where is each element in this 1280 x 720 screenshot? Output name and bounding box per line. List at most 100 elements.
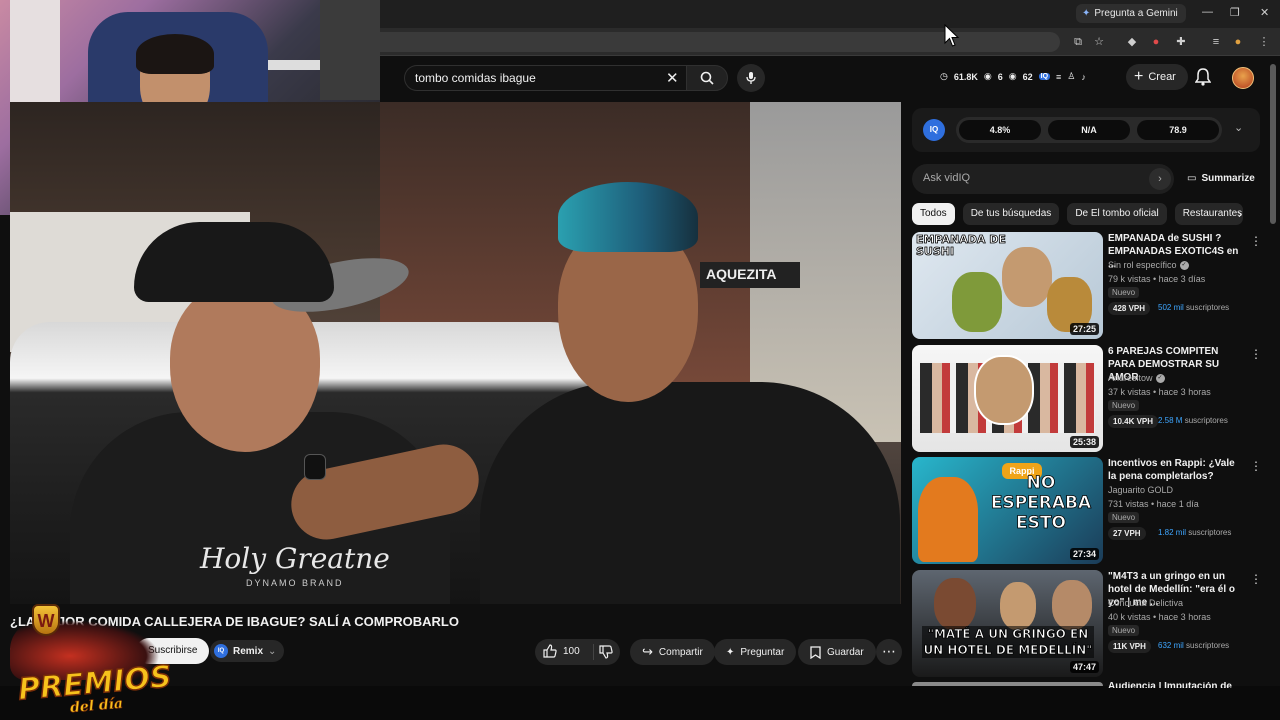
remix-button[interactable]: IQ Remix ⌄ — [210, 640, 285, 662]
like-count: 100 — [563, 645, 580, 657]
stat-a: 6 — [997, 71, 1003, 82]
save-label: Guardar — [827, 646, 864, 658]
new-badge: Nuevo — [1108, 625, 1140, 636]
more-vert-icon[interactable]: ⋮ — [1250, 572, 1262, 586]
more-vert-icon[interactable]: ⋮ — [1250, 459, 1262, 473]
video-person-left: Holy Greatne DYNAMO BRAND — [70, 222, 450, 604]
close-window-icon[interactable]: ✕ — [1260, 6, 1269, 19]
award-icon[interactable]: ♙ — [1067, 71, 1075, 82]
vph-badge: 11K VPH — [1108, 640, 1151, 653]
save-button[interactable]: Guardar — [798, 639, 876, 665]
search-icon — [700, 71, 714, 85]
vph-badge: 10.4K VPH — [1108, 415, 1159, 428]
bookmark-icon — [810, 645, 821, 659]
bookmark-star-icon[interactable]: ☆ — [1093, 36, 1105, 48]
browser-menu-icon[interactable]: ⋮ — [1258, 36, 1270, 48]
vidiq-small-icon[interactable]: IQ — [1038, 73, 1051, 80]
more-vert-icon[interactable]: ⋮ — [1250, 234, 1262, 248]
eye-icon: ◉ — [983, 71, 992, 81]
notify-icon[interactable]: ♪ — [1081, 72, 1086, 82]
recommendation-item[interactable]: "MATÉ A UN GRINGO EN UN HOTEL DE MEDELLÍ… — [912, 570, 1262, 678]
webcam-window — [10, 0, 60, 110]
chevron-right-icon[interactable]: › — [1238, 207, 1242, 221]
search-button[interactable] — [686, 65, 728, 91]
gemini-button[interactable]: ✦ Pregunta a Gemini — [1076, 4, 1186, 23]
microphone-icon — [746, 72, 756, 84]
chip-canal[interactable]: De El tombo oficial — [1067, 203, 1167, 225]
rec-title[interactable]: Incentivos en Rappi: ¿Vale la pena compl… — [1108, 457, 1244, 483]
score-middle: N/A — [1048, 120, 1130, 140]
thumbs-down-icon[interactable] — [599, 645, 613, 659]
recommendation-item[interactable]: 25:38 6 PAREJAS COMPITEN PARA DEMOSTRAR … — [912, 345, 1262, 453]
rec-channel[interactable]: Jaguarito GOLD — [1108, 485, 1173, 495]
summarize-label: Summarize — [1201, 173, 1255, 184]
rec-meta: 731 vistas • hace 1 día — [1108, 499, 1199, 509]
minimize-icon[interactable]: — — [1202, 6, 1213, 18]
verified-icon: ✓ — [1179, 260, 1189, 270]
thumbnail-caption: EMPANADA DE SUSHI — [916, 233, 1007, 258]
share-label: Compartir — [658, 646, 703, 658]
rec-channel[interactable]: Conducta Delictiva — [1108, 598, 1183, 608]
score-engagement: 4.8% — [959, 120, 1041, 140]
new-badge: Nuevo — [1108, 287, 1140, 298]
eye-icon: ◉ — [1008, 71, 1017, 81]
send-arrow-icon[interactable]: › — [1149, 168, 1171, 190]
video-thumbnail[interactable]: "MATÉ A UN GRINGO EN UN HOTEL DE MEDELLÍ… — [912, 570, 1103, 677]
vidiq-header-stats: ◷ 61.8K ◉ 6 ◉ 62 IQ ≡ ♙ ♪ — [940, 71, 1086, 82]
more-vert-icon[interactable]: ⋮ — [1250, 347, 1262, 361]
profile-icon[interactable]: ● — [1232, 36, 1244, 48]
score-vidiq: 78.9 — [1137, 120, 1219, 140]
search-input[interactable]: tombo comidas ibague — [404, 65, 706, 91]
clear-search-icon[interactable]: ✕ — [666, 69, 679, 87]
recommendation-item[interactable]: EMPANADA DE SUSHI 27:25 EMPANADA de SUSH… — [912, 232, 1262, 340]
rec-meta: 40 k vistas • hace 3 horas — [1108, 612, 1211, 622]
extensions-puzzle-icon[interactable]: ✚ — [1175, 36, 1187, 48]
share-button[interactable]: ↪ Compartir — [630, 639, 715, 665]
vidiq-icon: IQ — [214, 644, 228, 658]
voice-search-button[interactable] — [737, 64, 765, 92]
extension-diamond-icon[interactable]: ◆ — [1126, 36, 1138, 48]
sidebar-scrollbar[interactable] — [1270, 64, 1276, 224]
recommendation-item[interactable]: Rappi NO ESPERABA ESTO 27:34 Incentivos … — [912, 457, 1262, 565]
vidiq-logo[interactable]: IQ — [923, 119, 945, 141]
rec-channel[interactable]: Sin rol específico ✓ — [1108, 260, 1189, 270]
chip-todos[interactable]: Todos — [912, 203, 955, 225]
notifications-bell-icon[interactable] — [1195, 68, 1211, 86]
partial-next-title: Audiencia | Imputación de — [1108, 682, 1232, 688]
subs-count: 1.82 mil suscriptores — [1158, 528, 1232, 537]
verified-icon: ✓ — [1155, 373, 1165, 383]
video-player[interactable]: AQUEZITA Holy Greatne DYNAMO BRAND — [10, 102, 901, 604]
subs-count: 2.58 M suscriptores — [1158, 416, 1228, 425]
video-thumbnail[interactable]: EMPANADA DE SUSHI 27:25 — [912, 232, 1103, 339]
chip-busquedas[interactable]: De tus búsquedas — [962, 203, 1060, 225]
shirt-print: Holy Greatne — [200, 542, 390, 575]
like-button[interactable]: 100 — [543, 644, 580, 658]
list-icon[interactable]: ≡ — [1056, 72, 1061, 82]
more-actions-button[interactable]: ⋯ — [876, 639, 902, 665]
chip-restaurantes[interactable]: Restaurantes — [1174, 203, 1243, 225]
restore-icon[interactable]: ❐ — [1230, 6, 1240, 19]
extension-red-icon[interactable]: ● — [1150, 36, 1162, 48]
video-thumbnail[interactable]: 25:38 — [912, 345, 1103, 452]
chevron-down-icon[interactable]: ⌄ — [1234, 121, 1243, 134]
browser-toolbar: ⧉ ☆ ◆ ● ✚ ≡ ● ⋮ — [380, 28, 1280, 56]
gemini-sparkle-icon: ✦ — [1082, 8, 1091, 19]
rec-meta: 79 k vistas • hace 3 días — [1108, 274, 1206, 284]
summarize-button[interactable]: ▭ Summarize — [1187, 173, 1255, 184]
ask-button[interactable]: ✦ Preguntar — [714, 639, 797, 665]
gemini-label: Pregunta a Gemini — [1094, 8, 1178, 19]
share-icon: ↪ — [642, 644, 653, 659]
video-thumbnail[interactable]: Rappi NO ESPERABA ESTO 27:34 — [912, 457, 1103, 564]
account-avatar[interactable] — [1232, 67, 1254, 89]
filter-chips: Todos De tus búsquedas De El tombo ofici… — [912, 203, 1243, 225]
tab-search-icon[interactable]: ≡ — [1210, 36, 1222, 48]
partial-next-thumb — [912, 682, 1103, 686]
screen-cast-icon[interactable]: ⧉ — [1072, 36, 1084, 48]
create-button[interactable]: + Crear — [1126, 64, 1188, 90]
rec-channel[interactable]: Andresitow ✓ — [1108, 373, 1165, 383]
video-person-right — [440, 182, 900, 604]
vph-badge: 27 VPH — [1108, 527, 1146, 540]
rec-meta: 37 k vistas • hace 3 horas — [1108, 387, 1211, 397]
ask-vidiq-input[interactable]: Ask vidIQ — [912, 164, 1174, 194]
handheld-mic — [304, 454, 326, 480]
